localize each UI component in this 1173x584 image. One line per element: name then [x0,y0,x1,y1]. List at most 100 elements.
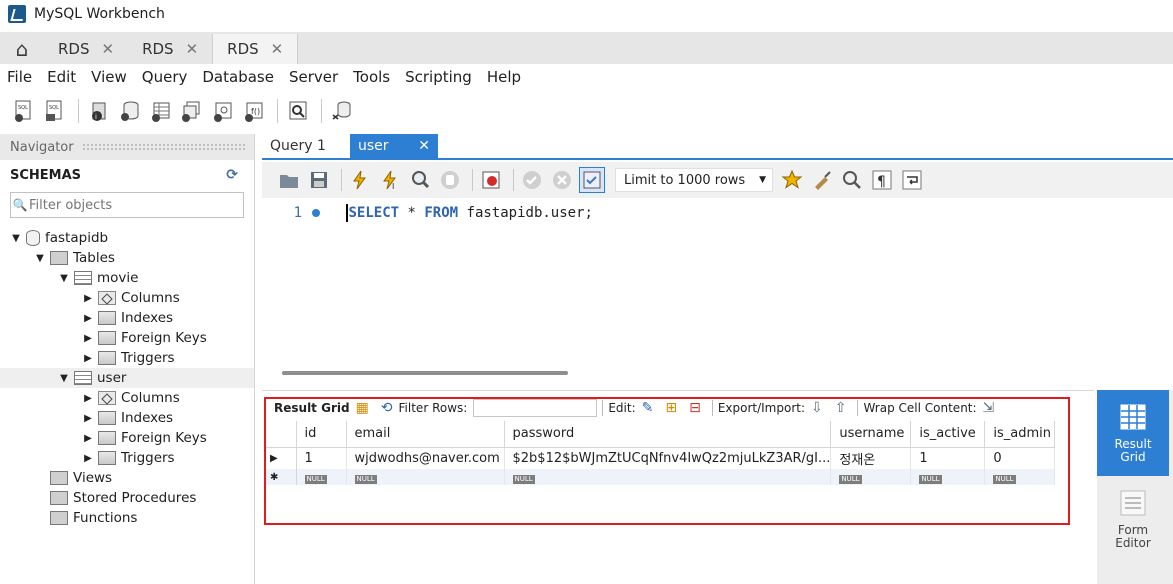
create-procedure-icon[interactable] [209,97,237,125]
invisible-chars-pilcrow-icon[interactable]: ¶ [869,167,895,193]
save-icon[interactable] [306,167,332,193]
explain-magnifier-icon[interactable] [407,167,433,193]
limit-rows-select[interactable]: Limit to 1000 rows ▼ [615,168,773,192]
tree-user-indexes[interactable]: ▶ Indexes [0,408,254,428]
search-table-data-icon[interactable] [284,97,312,125]
beautify-broom-icon[interactable] [809,167,835,193]
svg-text:I: I [392,182,394,191]
window-title: MySQL Workbench [34,6,165,22]
result-grid-view-button[interactable]: Result Grid [1097,390,1169,476]
code-line-1: 1 SELECT * FROM fastapidb.user; [286,202,593,224]
open-file-icon[interactable] [276,167,302,193]
collapse-arrow-icon[interactable]: ▶ [82,453,94,464]
toolbar-separator [513,169,514,191]
procedures-icon [50,491,68,505]
new-sql-tab-icon[interactable]: SQL [10,97,38,125]
execute-lightning-icon[interactable] [347,167,373,193]
foreign-keys-icon [98,331,116,345]
refresh-icon[interactable]: ⟳ [226,167,238,183]
connection-tab-2[interactable]: RDS ✕ [128,34,212,64]
create-function-icon[interactable]: f() [240,97,268,125]
editor-horizontal-scrollbar[interactable] [282,371,568,375]
autocommit-toggle-icon[interactable] [579,167,605,193]
rollback-x-icon[interactable] [549,167,575,193]
expand-arrow-icon[interactable]: ▼ [34,253,46,264]
panel-grip[interactable] [81,143,246,151]
collapse-arrow-icon[interactable]: ▶ [82,293,94,304]
filter-objects-box[interactable]: 🔍 [10,192,244,218]
schema-tree: ▼ fastapidb ▼ Tables ▼ movie ▶ Columns ▶… [0,228,254,528]
connection-tab-1[interactable]: RDS ✕ [44,34,128,64]
tree-table-movie[interactable]: ▼ movie [0,268,254,288]
toolbar-separator [321,99,322,123]
expand-arrow-icon[interactable]: ▼ [58,373,70,384]
tree-movie-triggers[interactable]: ▶ Triggers [0,348,254,368]
toggle-stop-on-error-icon[interactable] [478,167,504,193]
tree-user-columns[interactable]: ▶ Columns [0,388,254,408]
title-bar: MySQL Workbench [0,0,1173,28]
tab-user[interactable]: user ✕ [350,134,438,158]
expand-arrow-icon[interactable]: ▼ [58,273,70,284]
indexes-icon [98,411,116,425]
wrap-lines-icon[interactable] [899,167,925,193]
close-icon[interactable]: ✕ [102,40,115,58]
stop-hand-icon[interactable] [437,167,463,193]
form-icon [1120,490,1146,516]
svg-text:SQL: SQL [18,105,28,111]
menu-tools[interactable]: Tools [346,68,398,86]
collapse-arrow-icon[interactable]: ▶ [82,313,94,324]
tree-views[interactable]: Views [0,468,254,488]
tree-tables[interactable]: ▼ Tables [0,248,254,268]
reconnect-icon[interactable] [328,97,356,125]
menu-query[interactable]: Query [135,68,196,86]
form-editor-view-button[interactable]: Form Editor [1097,476,1169,562]
menu-scripting[interactable]: Scripting [398,68,480,86]
menu-database[interactable]: Database [195,68,282,86]
collapse-arrow-icon[interactable]: ▶ [82,333,94,344]
svg-text:¶: ¶ [877,174,886,190]
expand-arrow-icon[interactable]: ▼ [10,233,22,244]
collapse-arrow-icon[interactable]: ▶ [82,413,94,424]
tree-stored-procedures[interactable]: Stored Procedures [0,488,254,508]
sql-editor[interactable]: 1 SELECT * FROM fastapidb.user; [262,198,1173,364]
menu-file[interactable]: File [0,68,40,86]
home-icon[interactable]: ⌂ [0,34,44,64]
close-icon[interactable]: ✕ [186,40,199,58]
collapse-arrow-icon[interactable]: ▶ [82,433,94,444]
commit-check-icon[interactable] [519,167,545,193]
menu-edit[interactable]: Edit [40,68,84,86]
triggers-icon [98,451,116,465]
menu-server[interactable]: Server [282,68,346,86]
tree-movie-indexes[interactable]: ▶ Indexes [0,308,254,328]
table-icon [74,371,92,385]
connection-tab-3[interactable]: RDS ✕ [212,34,299,64]
tree-user-foreign-keys[interactable]: ▶ Foreign Keys [0,428,254,448]
create-view-icon[interactable] [178,97,206,125]
tree-functions[interactable]: Functions [0,508,254,528]
create-schema-icon[interactable] [116,97,144,125]
find-replace-icon[interactable] [839,167,865,193]
collapse-arrow-icon[interactable]: ▶ [82,393,94,404]
menu-view[interactable]: View [84,68,135,86]
navigator-panel: Navigator SCHEMAS ⟳ 🔍 ▼ fastapidb ▼ Tabl… [0,134,255,584]
execute-current-statement-icon[interactable]: I [377,167,403,193]
filter-objects-input[interactable] [29,197,229,213]
close-icon[interactable]: ✕ [418,138,430,154]
inspector-icon[interactable]: i [85,97,113,125]
create-table-icon[interactable] [147,97,175,125]
open-sql-script-icon[interactable]: SQL [41,97,69,125]
close-icon[interactable]: ✕ [271,40,284,58]
tab-query-1[interactable]: Query 1 [262,134,350,158]
sql-text: fastapidb.user; [458,205,593,221]
menu-help[interactable]: Help [480,68,529,86]
add-snippet-star-icon[interactable] [779,167,805,193]
tree-movie-foreign-keys[interactable]: ▶ Foreign Keys [0,328,254,348]
toolbar-separator [341,169,342,191]
tree-movie-columns[interactable]: ▶ Columns [0,288,254,308]
collapse-arrow-icon[interactable]: ▶ [82,353,94,364]
tree-schema-fastapidb[interactable]: ▼ fastapidb [0,228,254,248]
foreign-keys-icon [98,431,116,445]
line-number: 1 [293,205,302,221]
tree-user-triggers[interactable]: ▶ Triggers [0,448,254,468]
tree-table-user[interactable]: ▼ user [0,368,254,388]
